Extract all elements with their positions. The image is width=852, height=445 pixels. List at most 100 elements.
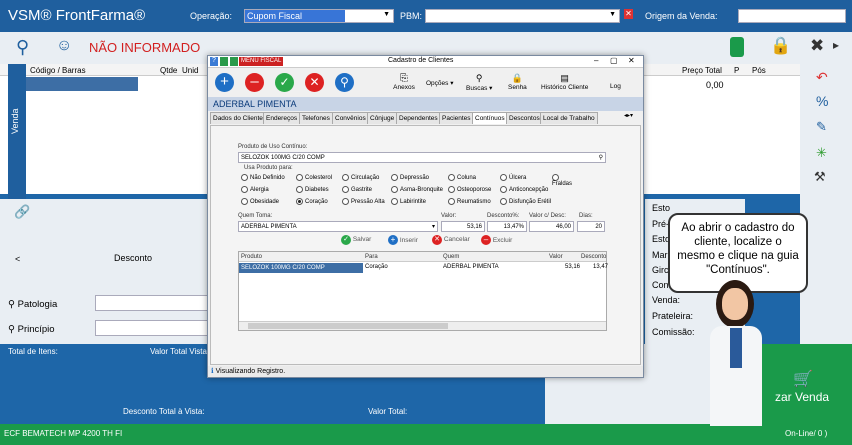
total-itens-label: Total de Itens: <box>8 347 58 356</box>
continuos-table: Produto Para Quem Valor Desconto SELOZOK… <box>238 251 608 331</box>
tab-pacientes[interactable]: Pacientes <box>439 112 474 124</box>
search-icon[interactable]: ⚲ <box>16 38 29 56</box>
radio-labirintite[interactable]: Labirintite <box>391 198 426 205</box>
radio-osteoporose[interactable]: Osteoporose <box>448 186 491 193</box>
tools-icon[interactable]: ✖ <box>810 37 824 54</box>
radio-reumatismo[interactable]: Reumatismo <box>448 198 491 205</box>
tab-telefones[interactable]: Telefones <box>299 112 333 124</box>
minus-icon: – <box>481 235 491 245</box>
tab-scroll-arrows[interactable]: ◂▸▾ <box>624 112 633 119</box>
remove-icon[interactable]: – <box>245 73 264 92</box>
close-icon[interactable]: ✕ <box>628 56 635 65</box>
pen-icon[interactable]: ✎ <box>816 120 827 133</box>
col-qtde: Qtde <box>160 66 178 75</box>
desconto-input[interactable]: 13,47% <box>487 221 527 232</box>
radio-asma[interactable]: Asma-Bronquite <box>391 186 443 193</box>
mobile-icon[interactable] <box>730 37 744 57</box>
col-p: P <box>734 66 740 75</box>
valor-total-vista-label: Valor Total Vista <box>150 347 207 356</box>
radio-gastrite[interactable]: Gastrite <box>342 186 372 193</box>
confirm-icon[interactable]: ✓ <box>275 73 294 92</box>
back-arrow-icon[interactable]: < <box>15 254 20 264</box>
menu-arrow-icon[interactable]: ▸ <box>833 39 839 51</box>
cart-icon: 🛒 <box>793 371 813 388</box>
tab-continuos[interactable]: Contínuos <box>472 112 508 124</box>
log-button[interactable]: Log <box>610 83 621 90</box>
quem-toma-select[interactable]: ADERBAL PIMENTA ▾ <box>238 221 438 232</box>
desconto-label: Desconto <box>114 253 153 263</box>
radio-obesidade[interactable]: Obesidade <box>241 198 279 205</box>
undo-icon[interactable]: ↶ <box>816 70 828 84</box>
dialog-titlebar: ? MENU FISCAL Cadastro de Clientes – ▢ ✕ <box>208 56 643 68</box>
clear-icon[interactable]: ✕ <box>624 9 633 19</box>
desconto-total-vista-label: Desconto Total à Vista: <box>123 407 205 416</box>
continuos-panel: Produto de Uso Contínuo: SELOZOK 100MG C… <box>210 125 641 365</box>
add-icon[interactable]: + <box>215 73 234 92</box>
horizontal-scrollbar[interactable] <box>239 321 606 330</box>
opcoes-button[interactable]: Opções ▾ <box>426 79 453 87</box>
anexos-button[interactable]: ⎘ Anexos <box>392 73 416 91</box>
valor-input[interactable]: 53,16 <box>441 221 485 232</box>
cancelar-button[interactable]: ✕ Cancelar <box>432 235 470 245</box>
radio-circulacao[interactable]: Circulação <box>342 174 379 181</box>
radio-coracao[interactable]: Coração <box>296 198 328 205</box>
radio-depressao[interactable]: Depressão <box>391 174 429 181</box>
salvar-button[interactable]: ✓ Salvar <box>341 235 371 245</box>
operacao-select[interactable]: Cupom Fiscal ▼ <box>244 9 394 23</box>
origem-select[interactable]: Balcão ▼ <box>738 9 846 23</box>
pbm-select[interactable]: ▼ <box>425 9 620 23</box>
magnifier-icon: ⚲ <box>475 73 483 83</box>
minimize-icon[interactable]: – <box>594 56 598 65</box>
selected-cell[interactable] <box>26 77 138 91</box>
help-icon[interactable]: ? <box>210 57 218 66</box>
radio-nao-definido[interactable]: Não Definido <box>241 174 285 181</box>
search-icon[interactable]: ⚲ <box>335 73 354 92</box>
wrench-icon[interactable]: ⚒ <box>814 170 826 183</box>
percent-icon[interactable]: % <box>816 94 828 108</box>
tab-local-trabalho[interactable]: Local de Trabalho <box>540 112 598 124</box>
pbm-label: PBM: <box>400 11 423 21</box>
patologia-input[interactable] <box>95 295 210 311</box>
dias-input[interactable]: 20 <box>577 221 605 232</box>
radio-disfuncao[interactable]: Disfunção Erétil <box>500 198 551 205</box>
principio-label: ⚲ Princípio <box>8 324 55 335</box>
link-icon[interactable]: 🔗 <box>14 205 30 218</box>
maximize-icon[interactable]: ▢ <box>610 56 618 65</box>
radio-pressao-alta[interactable]: Pressão Alta <box>342 198 385 205</box>
tab-descontos[interactable]: Descontos <box>506 112 543 124</box>
excluir-button[interactable]: – Excluir <box>481 235 512 245</box>
top-bar: VSM® FrontFarma® Operação: Cupom Fiscal … <box>0 0 852 32</box>
radio-fraldas[interactable]: Fraldas <box>552 174 578 187</box>
tab-dependentes[interactable]: Dependentes <box>396 112 441 124</box>
valor-desc-input[interactable]: 46,00 <box>529 221 574 232</box>
radio-coluna[interactable]: Coluna <box>448 174 476 181</box>
radio-colesterol[interactable]: Colesterol <box>296 174 332 181</box>
tab-dados[interactable]: Dados do Cliente <box>210 112 266 124</box>
radio-diabetes[interactable]: Diabetes <box>296 186 329 193</box>
history-icon: ▤ <box>560 73 569 83</box>
buscas-button[interactable]: ⚲ Buscas ▾ <box>466 73 492 92</box>
cancel-icon[interactable]: ✕ <box>305 73 324 92</box>
tab-conjuge[interactable]: Cônjuge <box>367 112 398 124</box>
radio-ulcera[interactable]: Úlcera <box>500 174 526 181</box>
menu-fiscal-button[interactable]: MENU FISCAL <box>239 57 284 66</box>
radio-alergia[interactable]: Alergia <box>241 186 269 193</box>
sparkle-icon[interactable]: ✳ <box>816 146 827 159</box>
lock-icon[interactable]: 🔒 <box>770 37 791 54</box>
info-icon: ℹ <box>211 368 214 375</box>
radio-anticoncepcao[interactable]: Anticoncepção <box>500 186 548 193</box>
table-row[interactable]: SELOZOK 100MG C/20 COMP Coração ADERBAL … <box>239 263 608 273</box>
status-bar: ECF BEMATECH MP 4200 TH FI On-Line/ 0 ) <box>0 424 852 445</box>
user-search-icon[interactable]: ☺ <box>56 38 72 54</box>
col-unid: Unid <box>182 66 199 75</box>
tab-enderecos[interactable]: Endereços <box>263 112 301 124</box>
search-icon: ⚲ <box>598 155 603 161</box>
principio-input[interactable] <box>95 320 210 336</box>
patologia-label: ⚲ Patologia <box>8 299 58 310</box>
tab-convenios[interactable]: Convênios <box>332 112 369 124</box>
chevron-down-icon: ▼ <box>609 11 616 18</box>
inserir-button[interactable]: + Inserir <box>388 235 418 245</box>
produto-input[interactable]: SELOZOK 100MG C/20 COMP ⚲ <box>238 152 606 163</box>
historico-button[interactable]: ▤ Histórico Cliente <box>541 73 588 91</box>
senha-button[interactable]: 🔒 Senha <box>508 73 527 91</box>
